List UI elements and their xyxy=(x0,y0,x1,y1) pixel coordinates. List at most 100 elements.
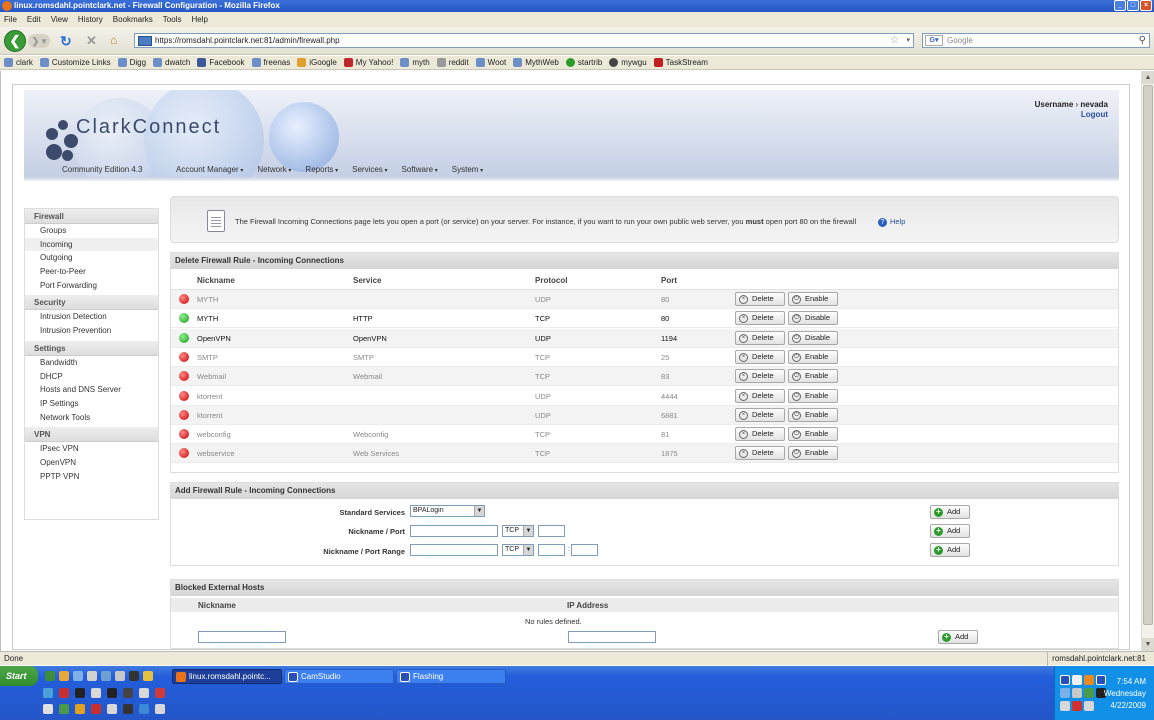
add-blocked-host-button[interactable]: + Add xyxy=(938,630,978,644)
sidebar-item-intrusion-detection[interactable]: Intrusion Detection xyxy=(25,310,158,324)
sidebar-item-ipsec-vpn[interactable]: IPsec VPN xyxy=(25,442,158,456)
minimize-button[interactable]: _ xyxy=(1114,0,1126,11)
quicklaunch-icon[interactable] xyxy=(91,688,101,698)
maximize-button[interactable]: □ xyxy=(1127,0,1139,11)
tray-icon[interactable] xyxy=(1084,688,1094,698)
quicklaunch-icon[interactable] xyxy=(107,704,117,714)
clock[interactable]: 7:54 AM Wednesday 4/22/2009 xyxy=(1104,676,1146,712)
bookmark-item[interactable]: clark xyxy=(4,58,33,67)
range-protocol-select[interactable]: TCP ▼ xyxy=(502,544,534,556)
bookmark-item[interactable]: dwatch xyxy=(153,58,190,67)
site-identity-icon[interactable] xyxy=(138,36,152,46)
menu-edit[interactable]: Edit xyxy=(27,15,41,24)
bookmark-item[interactable]: myth xyxy=(400,58,430,67)
scroll-up-icon[interactable]: ▲ xyxy=(1142,71,1154,84)
menu-file[interactable]: File xyxy=(4,15,17,24)
tray-icon[interactable] xyxy=(1084,675,1094,685)
add-standard-service-button[interactable]: + Add xyxy=(930,505,970,519)
help-link[interactable]: Help xyxy=(878,217,905,227)
sidebar-item-peer-to-peer[interactable]: Peer-to-Peer xyxy=(25,265,158,279)
add-port-range-button[interactable]: + Add xyxy=(930,543,970,557)
quicklaunch-icon[interactable] xyxy=(155,688,165,698)
delete-rule-button[interactable]: × Delete xyxy=(735,292,785,306)
reload-icon[interactable]: ↻ xyxy=(60,33,72,50)
nav-reports[interactable]: Reports xyxy=(305,165,338,174)
bookmark-item[interactable]: My Yahoo! xyxy=(343,58,393,67)
quicklaunch-icon[interactable] xyxy=(139,704,149,714)
blocked-nickname-input[interactable] xyxy=(198,631,286,643)
menu-history[interactable]: History xyxy=(78,15,103,24)
search-engine-icon[interactable]: G▾ xyxy=(925,35,943,46)
tray-icon[interactable] xyxy=(1060,688,1070,698)
quicklaunch-icon[interactable] xyxy=(45,671,55,681)
url-dropdown-icon[interactable]: ▾ xyxy=(906,34,910,47)
sidebar-item-outgoing[interactable]: Outgoing xyxy=(25,251,158,265)
quicklaunch-icon[interactable] xyxy=(115,671,125,681)
quicklaunch-icon[interactable] xyxy=(91,704,101,714)
tray-icon[interactable] xyxy=(1060,701,1070,711)
add-port-button[interactable]: + Add xyxy=(930,524,970,538)
tray-icon[interactable] xyxy=(1072,675,1082,685)
sidebar-item-hosts-dns[interactable]: Hosts and DNS Server xyxy=(25,383,158,397)
nav-system[interactable]: System xyxy=(452,165,483,174)
task-firefox[interactable]: linux.romsdahl.pointc... xyxy=(172,669,282,684)
vertical-scrollbar[interactable]: ▲ ▼ xyxy=(1141,71,1154,651)
sidebar-item-ip-settings[interactable]: IP Settings xyxy=(25,397,158,411)
sidebar-item-groups[interactable]: Groups xyxy=(25,224,158,238)
sidebar-item-openvpn[interactable]: OpenVPN xyxy=(25,456,158,470)
delete-rule-button[interactable]: × Delete xyxy=(735,427,785,442)
quicklaunch-icon[interactable] xyxy=(129,671,139,681)
toggle-rule-button[interactable]: ⏻ Enable xyxy=(788,369,838,384)
toggle-rule-button[interactable]: ⏻ Enable xyxy=(788,427,838,442)
range-end-input[interactable] xyxy=(571,544,598,556)
quicklaunch-icon[interactable] xyxy=(123,688,133,698)
bookmark-item[interactable]: reddit xyxy=(436,58,469,67)
toggle-rule-button[interactable]: ⏻ Disable xyxy=(788,311,838,326)
bookmark-item[interactable]: startrib xyxy=(565,58,602,67)
task-flashing[interactable]: Flashing xyxy=(396,669,506,684)
quicklaunch-icon[interactable] xyxy=(75,704,85,714)
toggle-rule-button[interactable]: ⏻ Enable xyxy=(788,407,838,422)
bookmark-item[interactable]: Digg xyxy=(117,58,146,67)
port-input[interactable] xyxy=(538,525,565,537)
menu-tools[interactable]: Tools xyxy=(163,15,182,24)
quicklaunch-icon[interactable] xyxy=(155,704,165,714)
sidebar-item-dhcp[interactable]: DHCP xyxy=(25,370,158,384)
tray-icon[interactable] xyxy=(1084,701,1094,711)
quicklaunch-icon[interactable] xyxy=(87,671,97,681)
scroll-thumb[interactable] xyxy=(1143,85,1153,625)
sidebar-item-incoming[interactable]: Incoming xyxy=(25,237,158,252)
delete-rule-button[interactable]: × Delete xyxy=(735,446,785,461)
sidebar-item-port-forwarding[interactable]: Port Forwarding xyxy=(25,279,158,293)
blocked-ip-input[interactable] xyxy=(568,631,656,643)
quicklaunch-icon[interactable] xyxy=(59,688,69,698)
delete-rule-button[interactable]: × Delete xyxy=(735,369,785,384)
sidebar-item-bandwidth[interactable]: Bandwidth xyxy=(25,356,158,370)
toggle-rule-button[interactable]: ⏻ Enable xyxy=(788,446,838,461)
bookmark-item[interactable]: Facebook xyxy=(197,58,245,67)
quicklaunch-icon[interactable] xyxy=(101,671,111,681)
quicklaunch-icon[interactable] xyxy=(59,704,69,714)
standard-services-select[interactable]: BPALogin ▼ xyxy=(410,505,485,517)
bookmark-item[interactable]: iGoogle xyxy=(297,58,337,67)
sidebar-item-pptp-vpn[interactable]: PPTP VPN xyxy=(25,470,158,484)
delete-rule-button[interactable]: × Delete xyxy=(735,407,785,422)
nav-services[interactable]: Services xyxy=(352,165,387,174)
nav-software[interactable]: Software xyxy=(402,165,438,174)
toggle-rule-button[interactable]: ⏻ Enable xyxy=(788,349,838,364)
tray-icon[interactable] xyxy=(1072,688,1082,698)
range-start-input[interactable] xyxy=(538,544,565,556)
nickname-input[interactable] xyxy=(410,525,498,537)
bookmark-item[interactable]: mywgu xyxy=(609,58,647,67)
home-icon[interactable]: ⌂ xyxy=(110,33,117,47)
sidebar-item-intrusion-prevention[interactable]: Intrusion Prevention xyxy=(25,324,158,338)
delete-rule-button[interactable]: × Delete xyxy=(735,388,785,403)
quicklaunch-icon[interactable] xyxy=(43,704,53,714)
nav-account-manager[interactable]: Account Manager xyxy=(176,165,243,174)
task-camstudio[interactable]: CamStudio xyxy=(284,669,394,684)
bookmark-item[interactable]: MythWeb xyxy=(513,58,559,67)
bookmark-item[interactable]: TaskStream xyxy=(653,58,708,67)
delete-rule-button[interactable]: × Delete xyxy=(735,330,785,345)
logout-link[interactable]: Logout xyxy=(1035,110,1108,120)
url-bar[interactable]: https://romsdahl.pointclark.net:81/admin… xyxy=(134,33,914,48)
